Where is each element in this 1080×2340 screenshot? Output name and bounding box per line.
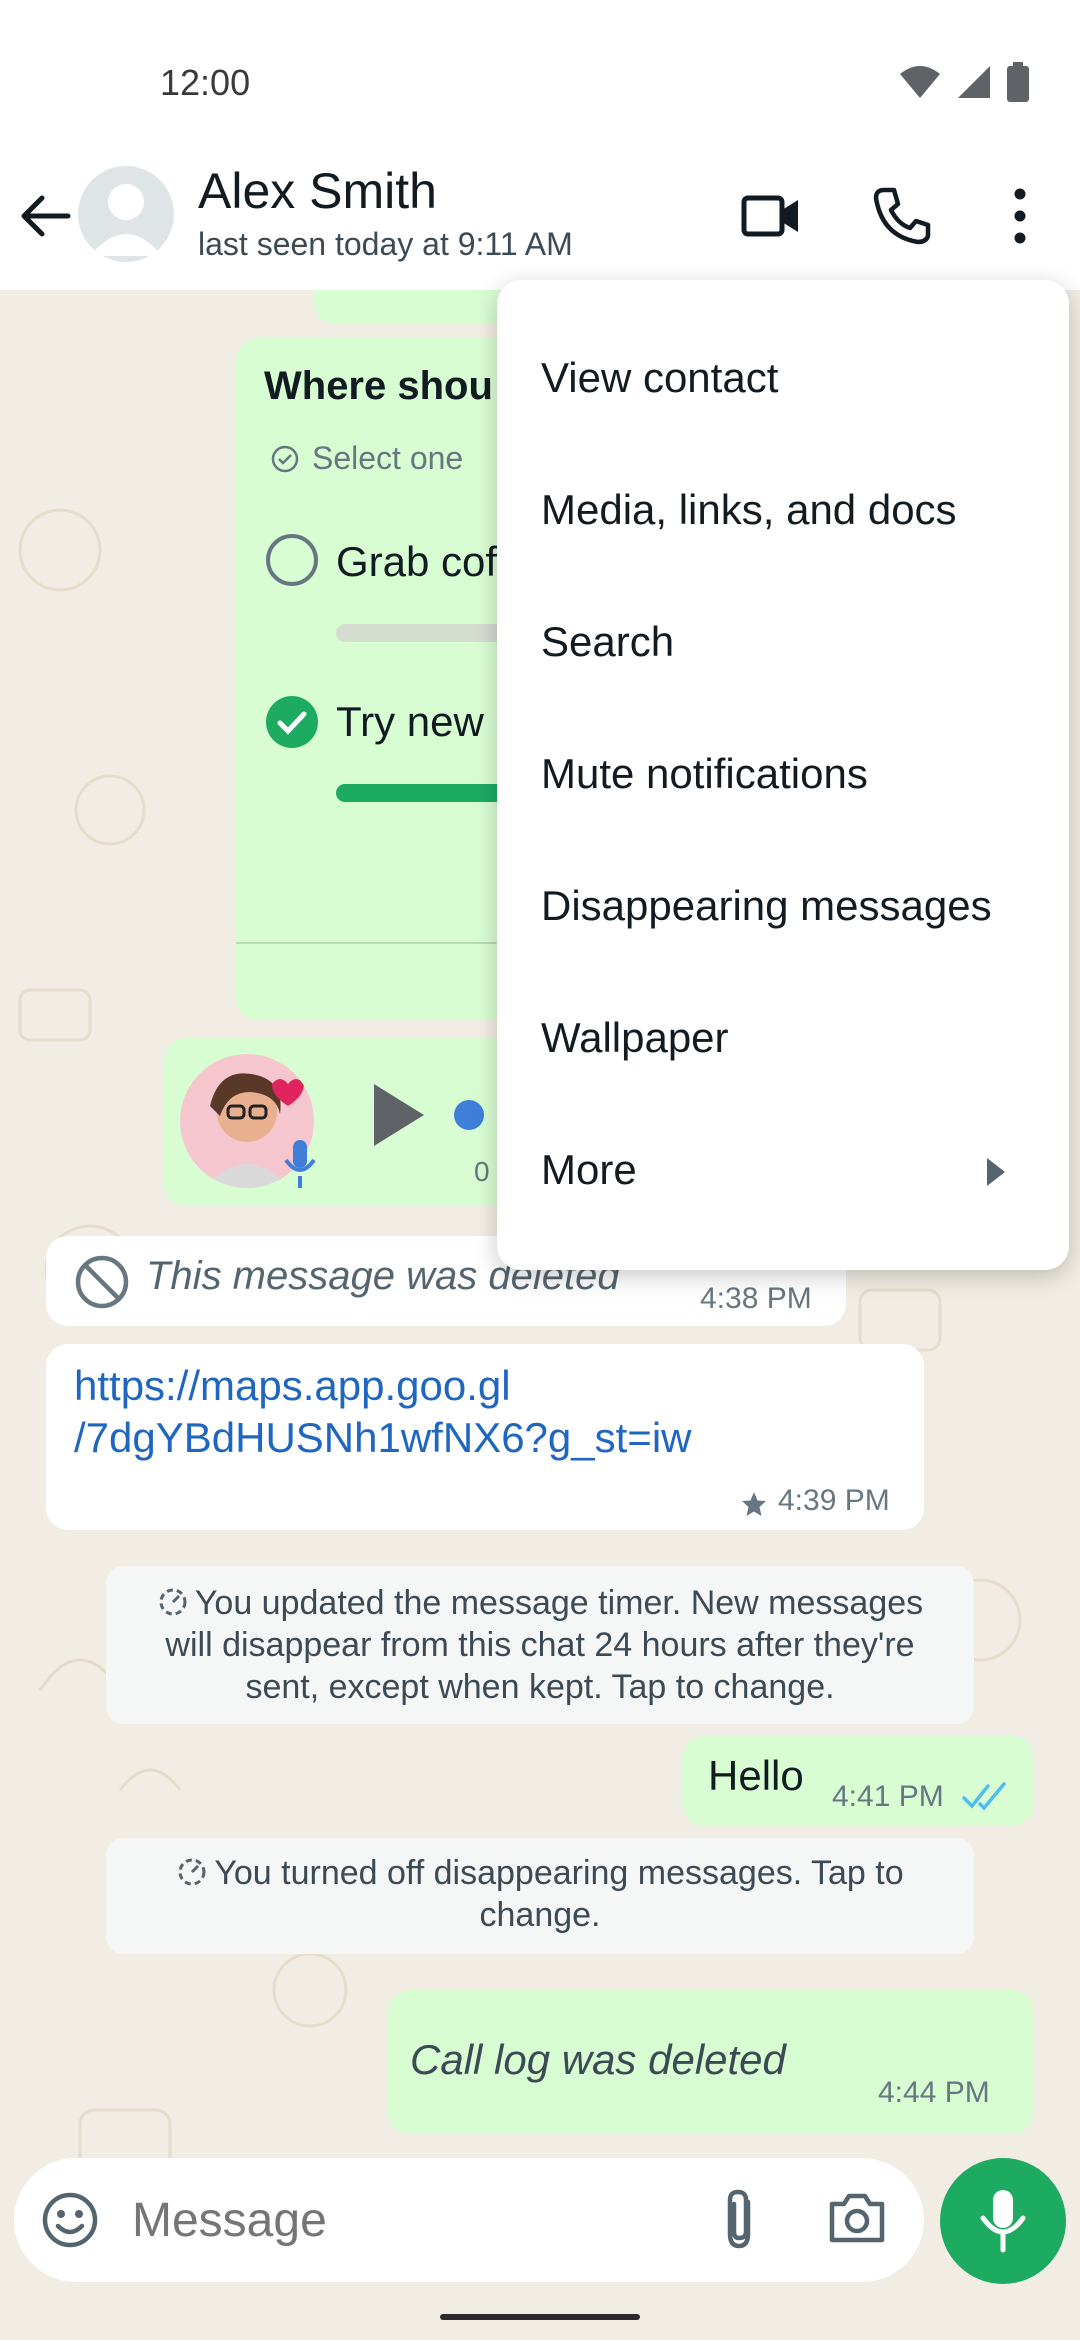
menu-item-mute[interactable]: Mute notifications: [541, 750, 868, 798]
voice-record-button[interactable]: [940, 2158, 1066, 2284]
radio-empty-icon: [266, 534, 318, 586]
check-circle-icon: [271, 445, 299, 472]
phone-icon: [873, 187, 931, 245]
menu-item-wallpaper[interactable]: Wallpaper: [541, 1014, 729, 1062]
message-text: Hello: [708, 1752, 804, 1799]
check-filled-icon: [266, 696, 318, 748]
link-line-1[interactable]: https://maps.app.goo.gl: [74, 1360, 692, 1412]
home-indicator[interactable]: [440, 2314, 640, 2320]
more-vertical-icon: [1014, 188, 1026, 244]
system-notice-text: You turned off disappearing messages. Ta…: [214, 1854, 904, 1934]
poll-option-1[interactable]: Grab cof: [336, 538, 497, 586]
message-bubble-partial[interactable]: [314, 290, 514, 324]
person-icon: [90, 184, 162, 256]
system-notice-text: You updated the message timer. New messa…: [165, 1584, 924, 1706]
voice-call-button[interactable]: [870, 184, 934, 248]
last-seen-text: last seen today at 9:11 AM: [198, 226, 573, 262]
video-camera-icon: [741, 195, 798, 237]
arrow-left-icon: [21, 195, 71, 237]
chevron-right-icon: [987, 1158, 1005, 1186]
status-time: 12:00: [160, 62, 251, 103]
emoji-button[interactable]: [40, 2190, 100, 2255]
message-text: Call log was deleted: [410, 2036, 786, 2083]
poll-question: Where shou: [264, 364, 493, 408]
link-line-2[interactable]: /7dgYBdHUSNh1wfNX6?g_st=iw: [74, 1412, 692, 1464]
emoji-icon: [42, 2192, 98, 2248]
block-icon: [75, 1255, 129, 1309]
link-message[interactable]: https://maps.app.goo.gl /7dgYBdHUSNh1wfN…: [46, 1344, 924, 1530]
overflow-menu-button[interactable]: [988, 184, 1052, 248]
battery-icon: [1007, 62, 1029, 102]
message-time: 4:38 PM: [700, 1282, 812, 1315]
message-time: 4:41 PM: [832, 1780, 944, 1813]
attach-button[interactable]: [714, 2186, 764, 2257]
status-bar: 12:00: [0, 0, 1080, 160]
microphone-icon: [980, 2190, 1026, 2253]
poll-hint: Select one: [270, 440, 463, 477]
play-icon: [374, 1084, 424, 1146]
menu-item-more[interactable]: More: [541, 1146, 637, 1194]
menu-item-search[interactable]: Search: [541, 618, 674, 666]
star-icon: [742, 1492, 766, 1516]
double-check-icon: [962, 1782, 1006, 1811]
timer-icon: [159, 1588, 187, 1616]
menu-item-disappearing[interactable]: Disappearing messages: [541, 882, 992, 930]
play-button[interactable]: [368, 1080, 428, 1155]
message-link[interactable]: https://maps.app.goo.gl /7dgYBdHUSNh1wfN…: [74, 1360, 692, 1464]
message-time: 4:39 PM: [778, 1484, 890, 1517]
system-notice-off[interactable]: You turned off disappearing messages. Ta…: [106, 1838, 974, 1954]
signal-icon: [958, 66, 990, 98]
message-time: 4:44 PM: [878, 2076, 990, 2109]
mic-small-icon: [284, 1140, 316, 1188]
status-icons: [898, 62, 1030, 102]
poll-radio-checked[interactable]: [264, 694, 320, 755]
wifi-icon: [900, 66, 940, 98]
message-input[interactable]: [132, 2184, 672, 2256]
hello-message[interactable]: Hello 4:41 PM: [682, 1736, 1034, 1826]
timer-icon: [178, 1858, 206, 1886]
video-call-button[interactable]: [740, 184, 804, 248]
voice-duration: 0: [474, 1156, 490, 1187]
poll-hint-text: Select one: [312, 440, 464, 476]
avatar[interactable]: [78, 166, 174, 262]
navigation-bar: [0, 2300, 1080, 2340]
camera-button[interactable]: [826, 2188, 888, 2253]
menu-item-view-contact[interactable]: View contact: [541, 354, 778, 402]
poll-option-2[interactable]: Try new: [336, 698, 484, 746]
voice-scrubber[interactable]: [454, 1100, 484, 1130]
chat-header: Alex Smith last seen today at 9:11 AM: [0, 160, 1080, 290]
back-button[interactable]: [16, 186, 76, 246]
system-notice-timer[interactable]: You updated the message timer. New messa…: [106, 1566, 974, 1724]
camera-icon: [829, 2193, 885, 2243]
paperclip-icon: [727, 2189, 751, 2249]
menu-item-media[interactable]: Media, links, and docs: [541, 486, 957, 534]
contact-name[interactable]: Alex Smith: [198, 162, 437, 220]
message-input-bar: [14, 2158, 924, 2282]
poll-radio-empty[interactable]: [264, 532, 320, 593]
overflow-menu: View contact Media, links, and docs Sear…: [497, 280, 1069, 1270]
call-log-message[interactable]: Call log was deleted 4:44 PM: [388, 1990, 1034, 2134]
